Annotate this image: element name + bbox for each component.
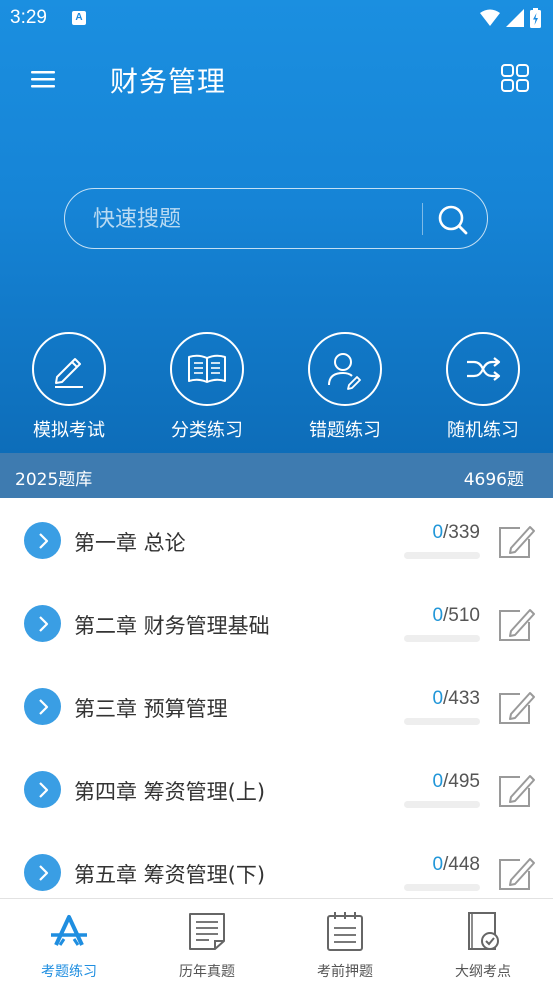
header-banner: 3:29 A 财务管理 快速搜题 模拟考试 分类练习 错题练习 随机练习 [0,0,553,453]
chapter-progress-bar [404,801,480,808]
chapter-row[interactable]: 第一章 总论 0/339 [0,498,553,581]
search-box [64,188,488,249]
chapter-total-count: /433 [443,688,480,709]
shuffle-icon [467,357,501,381]
bank-total: 4696题 [463,470,524,490]
tab-label: 大纲考点 [455,964,511,980]
grid-icon [501,64,529,92]
chapter-title: 第四章 筹资管理(上) [74,780,266,804]
grid-menu-button[interactable] [499,62,531,94]
pencil-icon [55,358,83,388]
chapter-total-count: /448 [443,854,480,875]
chapter-list: 第一章 总论 0/339 第二章 财务管理基础 0/510 第三章 预算管理 0… [0,498,553,898]
chevron-right-icon [24,605,61,642]
bottom-tab-bar: 考题练习 历年真题 考前押题 大纲考点 [0,898,553,984]
edit-icon [499,526,535,558]
chapter-title: 第五章 筹资管理(下) [74,863,266,887]
chapter-row[interactable]: 第三章 预算管理 0/433 [0,664,553,747]
search-input[interactable] [93,201,413,237]
chapter-progress-bar [404,552,480,559]
action-circle [170,332,244,406]
chapter-progress-bar [404,884,480,891]
chapter-row[interactable]: 第四章 筹资管理(上) 0/495 [0,747,553,830]
search-divider [422,203,423,235]
chapter-done-count: 0 [432,605,444,626]
tab-past-papers[interactable]: 历年真题 [138,909,276,981]
search-button[interactable] [433,201,473,239]
action-label: 分类练习 [171,420,243,441]
chevron-right-icon [24,688,61,725]
bank-name: 2025题库 [15,470,93,490]
practice-icon [51,915,87,946]
action-category-practice[interactable]: 分类练习 [152,332,262,442]
chapter-done-count: 0 [432,522,444,543]
battery-icon [530,8,541,28]
edit-button[interactable] [496,771,536,809]
chapter-title: 第一章 总论 [74,531,186,555]
chapter-title: 第三章 预算管理 [74,697,228,721]
action-circle [308,332,382,406]
system-icons [480,8,541,28]
app-bar: 财务管理 [0,50,553,106]
action-mock-exam[interactable]: 模拟考试 [14,332,124,442]
status-bar: 3:29 A [0,0,553,36]
hamburger-icon [31,71,55,88]
outline-check-icon [468,912,499,950]
page-title: 财务管理 [110,65,227,98]
edit-icon [499,858,535,890]
chapter-done-count: 0 [432,688,444,709]
chevron-right-icon [24,771,61,808]
chapter-progress-count: 0/495 [404,771,480,793]
chapter-total-count: /510 [443,605,480,626]
edit-icon [499,692,535,724]
user-edit-icon [328,353,361,390]
notification-icon: A [72,11,86,25]
chapter-progress-count: 0/433 [404,688,480,710]
quick-actions: 模拟考试 分类练习 错题练习 随机练习 [0,332,553,442]
book-icon [188,354,226,383]
chapter-done-count: 0 [432,854,444,875]
chapter-row[interactable]: 第五章 筹资管理(下) 0/448 [0,830,553,898]
action-label: 模拟考试 [33,420,105,441]
tab-label: 考前押题 [317,964,373,980]
action-label: 错题练习 [309,420,381,441]
edit-button[interactable] [496,688,536,726]
tab-predicted-questions[interactable]: 考前押题 [276,909,414,981]
tab-practice[interactable]: 考题练习 [0,909,138,981]
action-circle [446,332,520,406]
edit-button[interactable] [496,854,536,892]
tab-label: 考题练习 [41,964,97,980]
chapter-progress-count: 0/510 [404,605,480,627]
paper-icon [189,913,225,950]
menu-button[interactable] [26,62,60,96]
wifi-icon [480,9,500,26]
tab-label: 历年真题 [179,964,235,980]
action-wrong-questions[interactable]: 错题练习 [290,332,400,442]
chapter-total-count: /339 [443,522,480,543]
edit-button[interactable] [496,522,536,560]
status-time: 3:29 [10,7,47,28]
action-circle [32,332,106,406]
chapter-total-count: /495 [443,771,480,792]
chapter-progress-bar [404,718,480,725]
search-icon [438,205,468,235]
edit-icon [499,775,535,807]
chapter-title: 第二章 财务管理基础 [74,614,270,638]
chapter-done-count: 0 [432,771,444,792]
chevron-right-icon [24,522,61,559]
chapter-progress-count: 0/339 [404,522,480,544]
edit-button[interactable] [496,605,536,643]
question-bank-bar: 2025题库 4696题 [0,453,553,498]
chapter-progress-bar [404,635,480,642]
chevron-right-icon [24,854,61,891]
edit-icon [499,609,535,641]
action-label: 随机练习 [447,420,519,441]
chapter-row[interactable]: 第二章 财务管理基础 0/510 [0,581,553,664]
action-random-practice[interactable]: 随机练习 [428,332,538,442]
notepad-icon [327,912,363,951]
chapter-progress-count: 0/448 [404,854,480,876]
signal-icon [506,9,524,27]
tab-syllabus-points[interactable]: 大纲考点 [414,909,552,981]
